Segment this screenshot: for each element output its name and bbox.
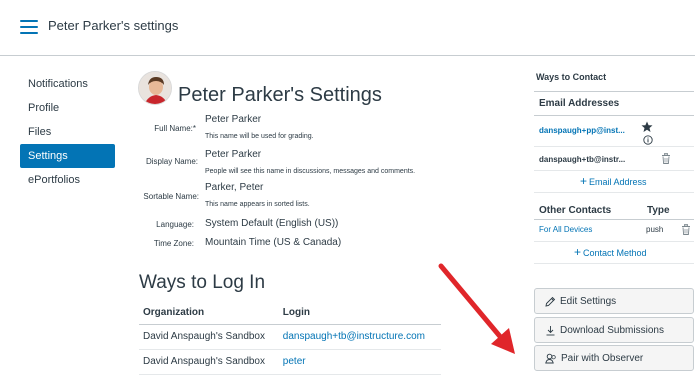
nav-item-profile[interactable]: Profile (20, 96, 115, 120)
divider (534, 241, 694, 242)
breadcrumb: Peter Parker's settings (48, 18, 179, 33)
timezone-value: Mountain Time (US & Canada) (205, 237, 342, 248)
add-contact-method-label: Contact Method (583, 248, 647, 258)
divider (534, 192, 694, 193)
sortable-name-help: This name appears in sorted lists. (205, 201, 310, 208)
annotation-arrow (438, 263, 515, 354)
trash-icon[interactable] (680, 223, 692, 236)
email-addresses-header: Email Addresses (539, 98, 620, 109)
email-address-secondary: danspaugh+tb@instr... (539, 155, 626, 164)
hamburger-menu-icon[interactable] (20, 20, 38, 34)
column-header-organization: Organization (139, 302, 279, 325)
pair-with-observer-button[interactable]: Pair with Observer (534, 345, 694, 371)
login-org-cell: David Anspaugh's Sandbox (139, 349, 279, 375)
divider (534, 170, 694, 171)
sortable-name-value: Parker, Peter (205, 182, 264, 193)
ways-to-log-in-heading: Ways to Log In (139, 272, 266, 293)
nav-item-files[interactable]: Files (20, 120, 115, 144)
nav-item-eportfolios[interactable]: ePortfolios (20, 168, 115, 192)
divider (534, 115, 694, 116)
other-contact-type: push (646, 225, 664, 234)
login-link[interactable]: peter (278, 349, 441, 375)
pencil-icon (545, 296, 556, 307)
logins-table: Organization Login David Anspaugh's Sand… (139, 302, 441, 375)
timezone-label: Time Zone: (153, 239, 194, 248)
display-name-label: Display Name: (145, 157, 198, 166)
add-email-address-label: Email Address (589, 177, 647, 187)
divider (534, 219, 694, 220)
login-org-cell: David Anspaugh's Sandbox (139, 324, 279, 350)
table-row: David Anspaugh's Sandbox peter (139, 349, 441, 375)
email-address-primary[interactable]: danspaugh+pp@inst... (539, 126, 625, 135)
add-email-address-link[interactable]: + Email Address (580, 174, 647, 188)
nav-item-settings[interactable]: Settings (20, 144, 115, 168)
nav-item-notifications[interactable]: Notifications (20, 72, 115, 96)
page-title: Peter Parker's Settings (178, 84, 382, 106)
display-name-value: Peter Parker (205, 149, 262, 160)
download-submissions-button[interactable]: Download Submissions (534, 317, 694, 343)
settings-nav: Notifications Profile Files Settings ePo… (20, 72, 115, 192)
trash-icon[interactable] (660, 152, 672, 165)
column-header-login: Login (278, 302, 441, 325)
language-label: Language: (156, 220, 194, 229)
add-contact-method-link[interactable]: + Contact Method (574, 245, 647, 259)
observer-icon (545, 353, 556, 363)
display-name-help: People will see this name in discussions… (205, 168, 416, 175)
download-icon (546, 325, 555, 335)
divider (534, 146, 694, 147)
sortable-name-label: Sortable Name: (143, 192, 199, 201)
login-link[interactable]: danspaugh+tb@instructure.com (278, 324, 441, 350)
edit-settings-button[interactable]: Edit Settings (534, 288, 694, 314)
download-submissions-label: Download Submissions (560, 324, 664, 336)
info-icon[interactable] (642, 134, 653, 145)
avatar[interactable] (138, 71, 172, 105)
type-header: Type (647, 205, 670, 216)
plus-icon: + (580, 174, 588, 188)
divider (534, 91, 694, 92)
edit-settings-label: Edit Settings (560, 295, 617, 307)
full-name-help: This name will be used for grading. (205, 133, 314, 140)
table-row: David Anspaugh's Sandbox danspaugh+tb@in… (139, 324, 441, 350)
table-header-row: Organization Login (139, 302, 441, 325)
full-name-value: Peter Parker (205, 114, 262, 125)
language-value: System Default (English (US)) (205, 218, 339, 229)
ways-to-contact-heading: Ways to Contact (536, 72, 607, 82)
star-icon[interactable] (640, 120, 654, 134)
avatar-image (139, 72, 171, 104)
top-bar: Peter Parker's settings (0, 0, 695, 56)
plus-icon: + (574, 245, 582, 259)
full-name-label: Full Name:* (154, 124, 196, 133)
divider (534, 263, 694, 264)
other-contact-link[interactable]: For All Devices (539, 225, 592, 234)
pair-with-observer-label: Pair with Observer (561, 352, 644, 364)
